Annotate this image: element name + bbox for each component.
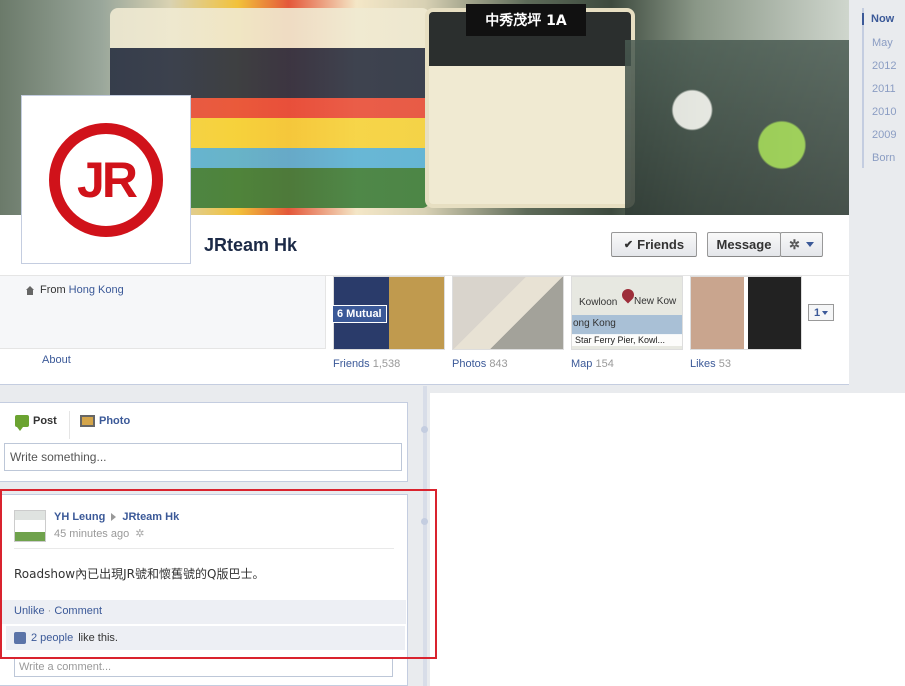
house-icon — [26, 285, 34, 295]
thumbs-up-icon — [14, 632, 26, 644]
friends-app-tile[interactable]: 6 Mutual — [332, 276, 445, 350]
from-place-link[interactable]: Hong Kong — [69, 284, 124, 296]
from-label: From — [40, 284, 66, 296]
tab-photo[interactable]: Photo — [80, 415, 130, 427]
timeline-nav-2012[interactable]: 2012 — [863, 60, 896, 72]
action-separator: · — [47, 605, 52, 617]
from-line: From Hong Kong — [26, 284, 124, 296]
timeline-nav-2010[interactable]: 2010 — [863, 106, 896, 118]
cover-bus-sign: 中秀茂坪 1A — [466, 4, 586, 36]
photos-count: 843 — [489, 358, 508, 370]
tab-post[interactable]: Post — [15, 415, 57, 431]
cover-crowd — [625, 40, 849, 215]
divider — [0, 348, 326, 349]
checkmark-icon: ✔ — [623, 239, 634, 251]
comment-link[interactable]: Comment — [54, 605, 102, 617]
comment-input[interactable] — [14, 657, 393, 677]
timeline-nav-2011[interactable]: 2011 — [863, 83, 896, 95]
timeline-nav-2009[interactable]: 2009 — [863, 129, 896, 141]
friends-button-label: Friends — [637, 237, 685, 252]
settings-icon[interactable]: ✲ — [135, 527, 144, 540]
about-link[interactable]: About — [42, 354, 71, 366]
story-author-link[interactable]: YH Leung — [54, 511, 105, 523]
message-button-label: Message — [716, 237, 772, 252]
likes-count: 53 — [718, 358, 731, 370]
timeline-right-column — [430, 393, 905, 686]
friends-app-label[interactable]: Friends 1,538 — [333, 358, 400, 370]
timeline-nav-may[interactable]: May — [863, 37, 893, 49]
map-app-label[interactable]: Map 154 — [571, 358, 614, 370]
photos-app-label[interactable]: Photos 843 — [452, 358, 508, 370]
map-label-hong-kong: ong Kong — [573, 318, 616, 329]
map-caption: Star Ferry Pier, Kowl... — [572, 334, 682, 346]
tab-post-label: Post — [33, 415, 57, 427]
story-divider — [14, 548, 394, 549]
photos-app-tile[interactable] — [452, 276, 564, 350]
story-time-text[interactable]: 45 minutes ago — [54, 528, 129, 540]
chevron-down-icon — [822, 310, 829, 315]
story-text: Roadshow內已出現JR號和懷舊號的Q版巴士。 — [14, 567, 265, 581]
message-button[interactable]: Message — [707, 232, 781, 257]
page-title[interactable]: JRteam Hk — [204, 235, 297, 256]
friends-count: 1,538 — [372, 358, 401, 370]
more-apps-count: 1 — [813, 306, 821, 319]
info-left-panel: From Hong Kong — [0, 276, 326, 348]
story-header: YH Leung JRteam Hk — [54, 511, 179, 523]
story-timestamp: 45 minutes ago ✲ — [54, 527, 144, 541]
settings-dropdown-button[interactable]: ✲ — [780, 232, 823, 257]
mutual-friends-badge: 6 Mutual — [332, 305, 387, 323]
timeline-spine-dot — [421, 518, 428, 525]
likes-app-label[interactable]: Likes 53 — [690, 358, 731, 370]
jr-logo-text: JR — [77, 151, 138, 208]
map-count: 154 — [595, 358, 614, 370]
tab-photo-label: Photo — [99, 415, 131, 427]
timeline-nav-born[interactable]: Born — [863, 152, 895, 164]
timeline-nav: Now May 2012 2011 2010 2009 Born — [849, 0, 905, 393]
map-app-tile[interactable]: Kowloon New Kow ong Kong Star Ferry Pier… — [571, 276, 683, 350]
story-actions: Unlike · Comment — [0, 600, 406, 624]
friends-button[interactable]: ✔ Friends — [611, 232, 697, 257]
likes-app-tile[interactable] — [690, 276, 802, 350]
map-label-kowloon: Kowloon — [579, 297, 618, 308]
likes-people-link[interactable]: 2 people — [31, 632, 73, 644]
photo-icon — [80, 415, 95, 427]
map-label-new-kowloon: New Kow — [634, 296, 677, 307]
tab-separator — [69, 411, 70, 439]
status-composer: Post Photo — [0, 402, 408, 482]
gear-icon: ✲ — [789, 236, 800, 252]
jr-logo: JR — [49, 122, 163, 237]
more-apps-dropdown[interactable]: 1 — [808, 304, 834, 321]
timeline-story: YH Leung JRteam Hk 45 minutes ago ✲ Road… — [0, 494, 408, 686]
friends-app-link[interactable]: Friends — [333, 358, 370, 370]
map-app-link[interactable]: Map — [571, 358, 592, 370]
timeline-spine-dot — [421, 426, 428, 433]
story-likes-row: 2 people like this. — [6, 626, 405, 650]
timeline-nav-now[interactable]: Now — [862, 13, 894, 25]
post-icon — [15, 415, 29, 431]
story-target-link[interactable]: JRteam Hk — [122, 511, 179, 523]
unlike-link[interactable]: Unlike — [14, 605, 45, 617]
profile-picture[interactable]: JR — [21, 95, 191, 264]
likes-app-link[interactable]: Likes — [690, 358, 716, 370]
photos-app-link[interactable]: Photos — [452, 358, 486, 370]
triangle-arrow-icon — [111, 513, 117, 521]
info-strip: From Hong Kong About 6 Mutual Friends 1,… — [0, 275, 849, 385]
chevron-down-icon — [805, 242, 814, 247]
write-something-input[interactable] — [4, 443, 402, 471]
author-avatar[interactable] — [14, 510, 46, 542]
likes-suffix: like this. — [78, 632, 118, 644]
cover-bus-front — [425, 8, 635, 208]
